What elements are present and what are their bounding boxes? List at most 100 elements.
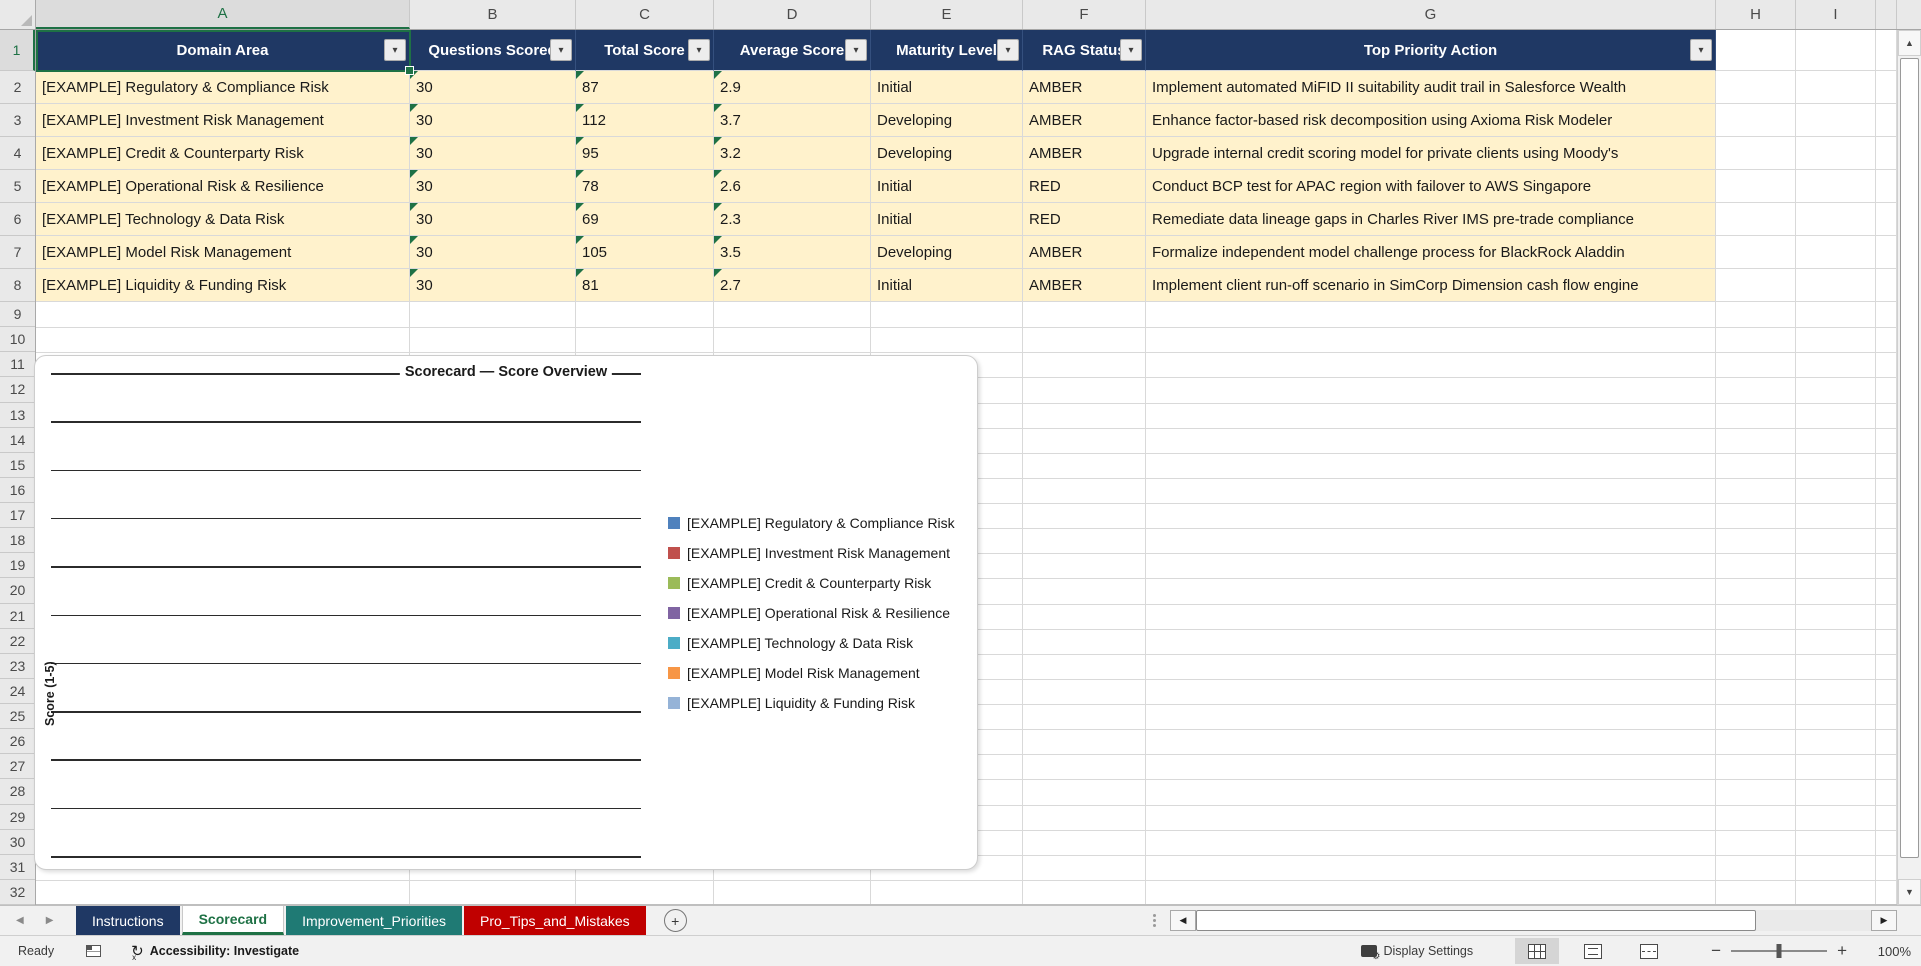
filter-dropdown-icon[interactable]: ▾	[1120, 39, 1142, 61]
cell-questions[interactable]: 30	[410, 236, 576, 269]
row-header-14[interactable]: 14	[0, 428, 35, 453]
score-overview-chart[interactable]: Scorecard — Score Overview Score (1-5) […	[34, 355, 978, 870]
row-header-25[interactable]: 25	[0, 704, 35, 729]
empty-cell[interactable]	[1716, 236, 1796, 269]
empty-cell[interactable]	[1796, 170, 1876, 203]
cell-total[interactable]: 87	[576, 71, 714, 104]
empty-cell[interactable]	[1876, 236, 1897, 269]
cell-action[interactable]: Enhance factor-based risk decomposition …	[1146, 104, 1716, 137]
zoom-slider-handle[interactable]	[1777, 944, 1782, 958]
zoom-slider[interactable]	[1731, 950, 1827, 952]
sheet-tab-instructions[interactable]: Instructions	[76, 906, 180, 935]
filter-dropdown-icon[interactable]: ▾	[688, 39, 710, 61]
zoom-in-button[interactable]: +	[1827, 941, 1857, 961]
row-header-21[interactable]: 21	[0, 604, 35, 629]
row-header-16[interactable]: 16	[0, 478, 35, 503]
cell-action[interactable]: Upgrade internal credit scoring model fo…	[1146, 137, 1716, 170]
header-cell-domain-area[interactable]: Domain Area ▾	[36, 30, 410, 71]
cell-questions[interactable]: 30	[410, 170, 576, 203]
row-header-7[interactable]: 7	[0, 236, 35, 269]
filter-dropdown-icon[interactable]: ▾	[550, 39, 572, 61]
row-header-23[interactable]: 23	[0, 654, 35, 679]
row-header-32[interactable]: 32	[0, 880, 35, 905]
empty-cell[interactable]	[1796, 30, 1876, 71]
cell-average[interactable]: 2.9	[714, 71, 871, 104]
row-header-17[interactable]: 17	[0, 503, 35, 528]
macro-record-icon[interactable]	[86, 945, 101, 957]
column-header-C[interactable]: C	[576, 0, 714, 29]
new-sheet-button[interactable]: +	[664, 909, 687, 932]
cell-maturity[interactable]: Initial	[871, 170, 1023, 203]
empty-cell[interactable]	[1796, 203, 1876, 236]
cell-rag[interactable]: AMBER	[1023, 104, 1146, 137]
empty-cell[interactable]	[1796, 137, 1876, 170]
empty-cell[interactable]	[1796, 236, 1876, 269]
row-header-15[interactable]: 15	[0, 453, 35, 478]
empty-cell[interactable]	[1876, 71, 1897, 104]
cell-action[interactable]: Remediate data lineage gaps in Charles R…	[1146, 203, 1716, 236]
cell-action[interactable]: Implement automated MiFID II suitability…	[1146, 71, 1716, 104]
cell-average[interactable]: 2.6	[714, 170, 871, 203]
row-header-10[interactable]: 10	[0, 327, 35, 352]
cell-maturity[interactable]: Developing	[871, 236, 1023, 269]
column-header-F[interactable]: F	[1023, 0, 1146, 29]
row-header-27[interactable]: 27	[0, 754, 35, 779]
row-header-8[interactable]: 8	[0, 269, 35, 302]
cell-average[interactable]: 3.2	[714, 137, 871, 170]
header-cell-top-priority-action[interactable]: Top Priority Action ▾	[1146, 30, 1716, 71]
header-cell-total-score[interactable]: Total Score ▾	[576, 30, 714, 71]
cell-maturity[interactable]: Developing	[871, 104, 1023, 137]
cell-rag[interactable]: AMBER	[1023, 236, 1146, 269]
cell-maturity[interactable]: Initial	[871, 71, 1023, 104]
filter-dropdown-icon[interactable]: ▾	[384, 39, 406, 61]
column-header-E[interactable]: E	[871, 0, 1023, 29]
cell-questions[interactable]: 30	[410, 71, 576, 104]
zoom-out-button[interactable]: −	[1701, 941, 1731, 961]
row-header-26[interactable]: 26	[0, 729, 35, 754]
row-header-13[interactable]: 13	[0, 403, 35, 428]
row-header-2[interactable]: 2	[0, 71, 35, 104]
cell-total[interactable]: 105	[576, 236, 714, 269]
cell-rag[interactable]: AMBER	[1023, 137, 1146, 170]
empty-cell[interactable]	[1716, 203, 1796, 236]
column-header-B[interactable]: B	[410, 0, 576, 29]
cell-domain[interactable]: [EXAMPLE] Liquidity & Funding Risk	[36, 269, 410, 302]
row-header-9[interactable]: 9	[0, 302, 35, 327]
sheet-tab-scorecard[interactable]: Scorecard	[182, 906, 284, 935]
row-header-11[interactable]: 11	[0, 352, 35, 377]
empty-cell[interactable]	[1796, 71, 1876, 104]
cell-maturity[interactable]: Initial	[871, 203, 1023, 236]
horizontal-scroll-track[interactable]	[1756, 910, 1871, 931]
empty-cell[interactable]	[1716, 170, 1796, 203]
cell-maturity[interactable]: Initial	[871, 269, 1023, 302]
cell-average[interactable]: 3.5	[714, 236, 871, 269]
scroll-up-icon[interactable]: ▲	[1898, 30, 1921, 56]
empty-cell[interactable]	[1796, 269, 1876, 302]
scroll-left-icon[interactable]: ◀	[1170, 910, 1196, 931]
cell-rag[interactable]: AMBER	[1023, 269, 1146, 302]
header-cell-rag-status[interactable]: RAG Status ▾	[1023, 30, 1146, 71]
row-header-1[interactable]: 1	[0, 30, 35, 71]
header-cell-maturity-level[interactable]: Maturity Level ▾	[871, 30, 1023, 71]
cell-domain[interactable]: [EXAMPLE] Operational Risk & Resilience	[36, 170, 410, 203]
row-header-31[interactable]: 31	[0, 855, 35, 880]
empty-cell[interactable]	[1716, 30, 1796, 71]
zoom-level[interactable]: 100%	[1869, 944, 1911, 959]
cell-total[interactable]: 69	[576, 203, 714, 236]
empty-cell[interactable]	[1716, 137, 1796, 170]
cell-total[interactable]: 95	[576, 137, 714, 170]
column-header-partial[interactable]	[1876, 0, 1897, 29]
row-header-22[interactable]: 22	[0, 629, 35, 654]
tab-scroll-left-icon[interactable]: ◀	[16, 915, 24, 926]
cell-domain[interactable]: [EXAMPLE] Investment Risk Management	[36, 104, 410, 137]
empty-cell[interactable]	[1716, 269, 1796, 302]
scrollbar-resize-handle[interactable]	[1153, 914, 1156, 927]
empty-cell[interactable]	[1876, 203, 1897, 236]
row-header-4[interactable]: 4	[0, 137, 35, 170]
cell-average[interactable]: 3.7	[714, 104, 871, 137]
cell-domain[interactable]: [EXAMPLE] Model Risk Management	[36, 236, 410, 269]
cell-action[interactable]: Conduct BCP test for APAC region with fa…	[1146, 170, 1716, 203]
cell-questions[interactable]: 30	[410, 203, 576, 236]
row-header-3[interactable]: 3	[0, 104, 35, 137]
sheet-tab-improvement-priorities[interactable]: Improvement_Priorities	[286, 906, 462, 935]
